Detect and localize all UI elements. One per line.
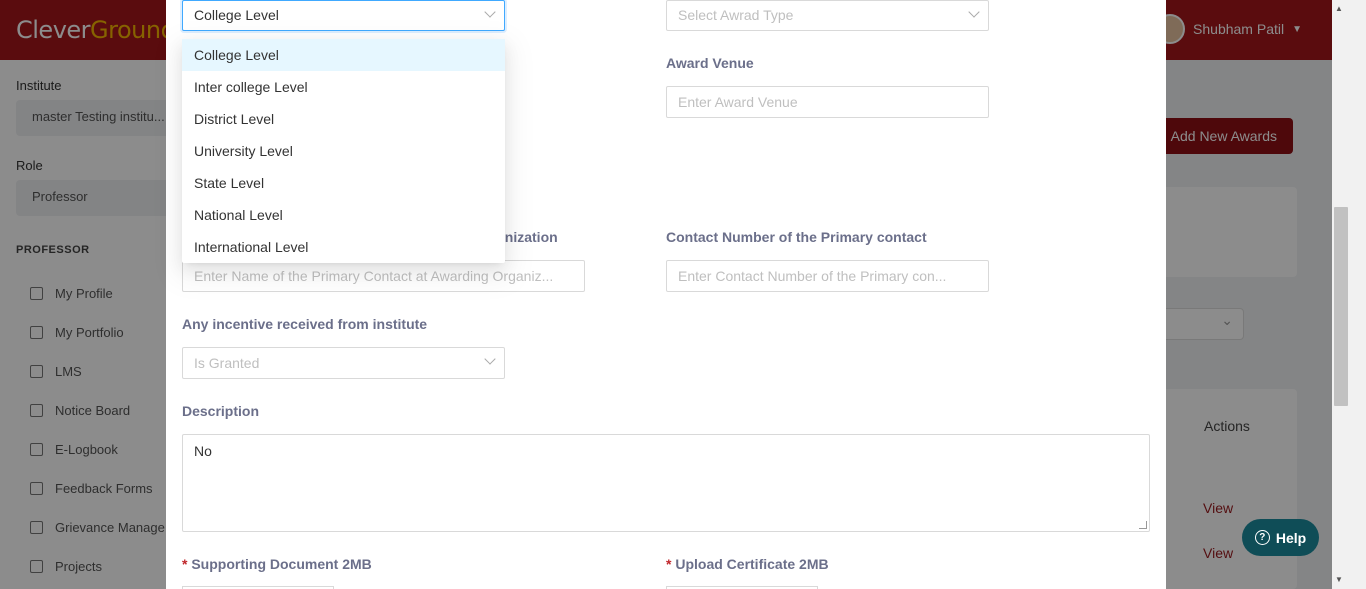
award-level-select[interactable]: College Level (182, 0, 505, 31)
scrollbar-thumb[interactable] (1334, 207, 1348, 406)
description-textarea[interactable]: No (182, 434, 1150, 532)
primary-contact-number-label: Contact Number of the Primary contact (666, 229, 927, 245)
primary-contact-name-label: anization (497, 229, 558, 245)
award-level-value: College Level (194, 7, 279, 23)
award-level-dropdown: College Level Inter college Level Distri… (182, 39, 505, 263)
supporting-document-label: * Supporting Document 2MB (182, 556, 372, 572)
required-mark: * (182, 556, 188, 572)
question-icon: ? (1254, 530, 1270, 545)
upload-certificate-label: * Upload Certificate 2MB (666, 556, 829, 572)
dropdown-option-national-level[interactable]: National Level (182, 199, 505, 231)
supporting-document-label-text: Supporting Document 2MB (191, 556, 372, 572)
chevron-down-icon (484, 6, 496, 18)
dropdown-option-college-level[interactable]: College Level (182, 39, 505, 71)
dropdown-option-international-level[interactable]: International Level (182, 231, 505, 263)
description-value: No (194, 443, 212, 459)
incentive-placeholder: Is Granted (194, 355, 260, 371)
primary-contact-number-input[interactable]: Enter Contact Number of the Primary con.… (666, 260, 989, 292)
dropdown-option-inter-college-level[interactable]: Inter college Level (182, 71, 505, 103)
dropdown-option-state-level[interactable]: State Level (182, 167, 505, 199)
dropdown-option-district-level[interactable]: District Level (182, 103, 505, 135)
dropdown-option-university-level[interactable]: University Level (182, 135, 505, 167)
award-type-select[interactable]: Select Awrad Type (666, 0, 989, 31)
chevron-down-icon (484, 353, 496, 365)
scroll-down-arrow-icon[interactable]: ▼ (1335, 575, 1343, 584)
resize-handle-icon[interactable] (1139, 521, 1147, 529)
help-label: Help (1275, 529, 1307, 546)
scroll-up-arrow-icon[interactable]: ▲ (1335, 4, 1343, 13)
primary-contact-name-input[interactable]: Enter Name of the Primary Contact at Awa… (182, 260, 585, 292)
award-venue-label: Award Venue (666, 55, 754, 71)
description-label: Description (182, 403, 260, 419)
required-mark: * (666, 556, 672, 572)
award-type-placeholder: Select Awrad Type (678, 7, 794, 23)
upload-certificate-label-text: Upload Certificate 2MB (675, 556, 829, 572)
help-button[interactable]: ? Help (1242, 519, 1319, 556)
award-venue-input[interactable]: Enter Award Venue (666, 86, 989, 118)
chevron-down-icon (968, 6, 980, 18)
incentive-select[interactable]: Is Granted (182, 347, 505, 379)
incentive-label: Any incentive received from institute (182, 316, 428, 332)
